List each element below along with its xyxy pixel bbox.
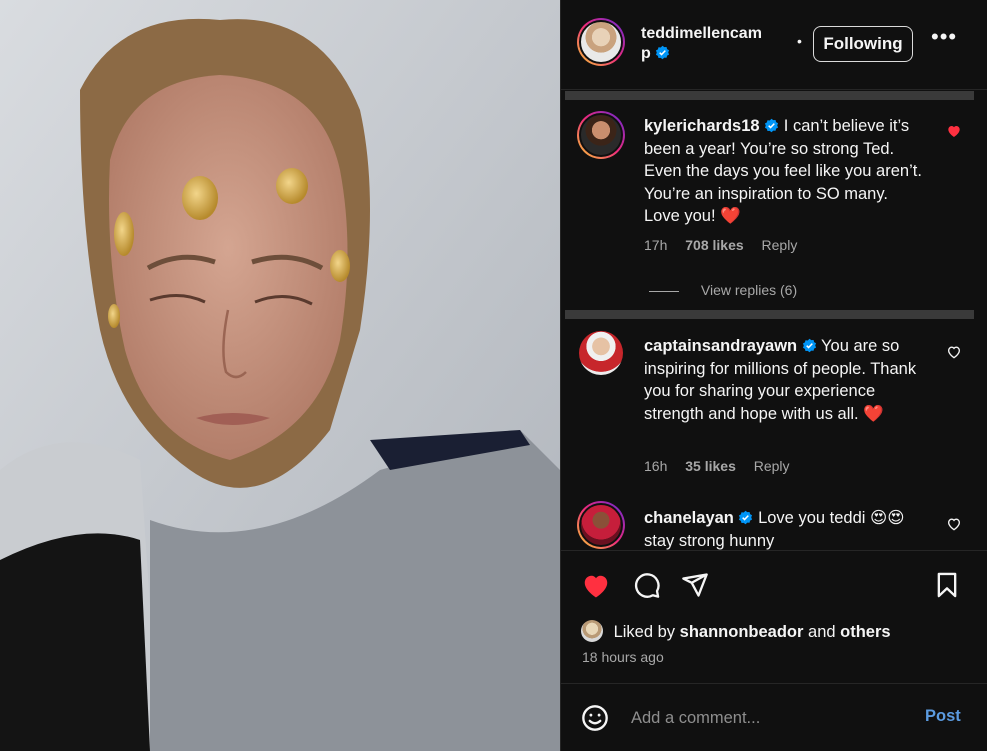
scroll-divider — [565, 91, 974, 100]
comment-text: chanelayan Love you teddi 😍😍 stay strong… — [644, 507, 924, 550]
author-avatar[interactable] — [577, 18, 625, 66]
post-comment-button[interactable]: Post — [925, 707, 961, 726]
comment-meta: 16h 35 likes Reply — [644, 458, 804, 474]
commenter-avatar[interactable] — [579, 331, 623, 375]
scroll-divider — [565, 310, 974, 319]
commenter-username[interactable]: captainsandrayawn — [644, 337, 797, 355]
replies-line — [649, 290, 679, 292]
comment-text: captainsandrayawn You are so inspiring f… — [644, 335, 924, 425]
comment-meta: 17h 708 likes Reply — [644, 237, 811, 253]
share-icon[interactable] — [681, 571, 709, 599]
commenter-avatar[interactable] — [577, 111, 625, 159]
post-header: teddimellencamp • Following ••• — [561, 0, 987, 90]
likes-middle: and — [808, 623, 836, 641]
bookmark-icon[interactable] — [933, 571, 961, 599]
verified-badge-icon — [656, 45, 670, 60]
comment-like-icon[interactable] — [946, 344, 962, 360]
comment-like-icon[interactable] — [946, 516, 962, 532]
add-comment-bar: Post — [561, 683, 987, 751]
post-side-panel: teddimellencamp • Following ••• kylerich… — [560, 0, 987, 751]
likes-summary: Liked by shannonbeador and others — [581, 620, 891, 642]
comment-like-filled-icon[interactable] — [946, 123, 962, 139]
view-replies-button[interactable]: View replies (6) — [649, 282, 797, 298]
post-actions: Liked by shannonbeador and others 18 hou… — [561, 550, 987, 683]
reply-button[interactable]: Reply — [754, 458, 790, 474]
comment-likes[interactable]: 35 likes — [685, 458, 736, 474]
verified-badge-icon — [802, 338, 816, 353]
post-timestamp[interactable]: 18 hours ago — [582, 649, 664, 665]
verified-badge-icon — [739, 510, 753, 525]
liker-username[interactable]: shannonbeador — [680, 623, 804, 641]
like-filled-icon[interactable] — [581, 571, 611, 601]
post-image — [0, 0, 560, 751]
comment-icon[interactable] — [633, 571, 661, 599]
comment-input[interactable] — [631, 704, 911, 732]
commenter-avatar[interactable] — [577, 501, 625, 549]
comments-list[interactable]: kylerichards18 I can’t believe it’s been… — [561, 91, 987, 550]
view-replies-label: View replies (6) — [700, 282, 798, 298]
emoji-icon[interactable] — [581, 704, 609, 732]
likes-prefix: Liked by — [613, 623, 676, 641]
post-photo[interactable] — [0, 0, 560, 751]
liker-avatar[interactable] — [581, 620, 603, 642]
comment-text: kylerichards18 I can’t believe it’s been… — [644, 115, 924, 228]
more-options-icon[interactable]: ••• — [931, 26, 956, 54]
comment-time: 16h — [644, 458, 668, 474]
commenter-username[interactable]: chanelayan — [644, 509, 734, 527]
commenter-username[interactable]: kylerichards18 — [644, 117, 760, 135]
likes-others-link[interactable]: others — [840, 623, 890, 641]
comment-time: 17h — [644, 237, 668, 253]
verified-badge-icon — [765, 118, 779, 133]
reply-button[interactable]: Reply — [762, 237, 798, 253]
separator-dot: • — [797, 33, 802, 49]
following-button[interactable]: Following — [813, 26, 913, 62]
comment-likes[interactable]: 708 likes — [685, 237, 743, 253]
author-username[interactable]: teddimellencamp — [641, 24, 771, 64]
